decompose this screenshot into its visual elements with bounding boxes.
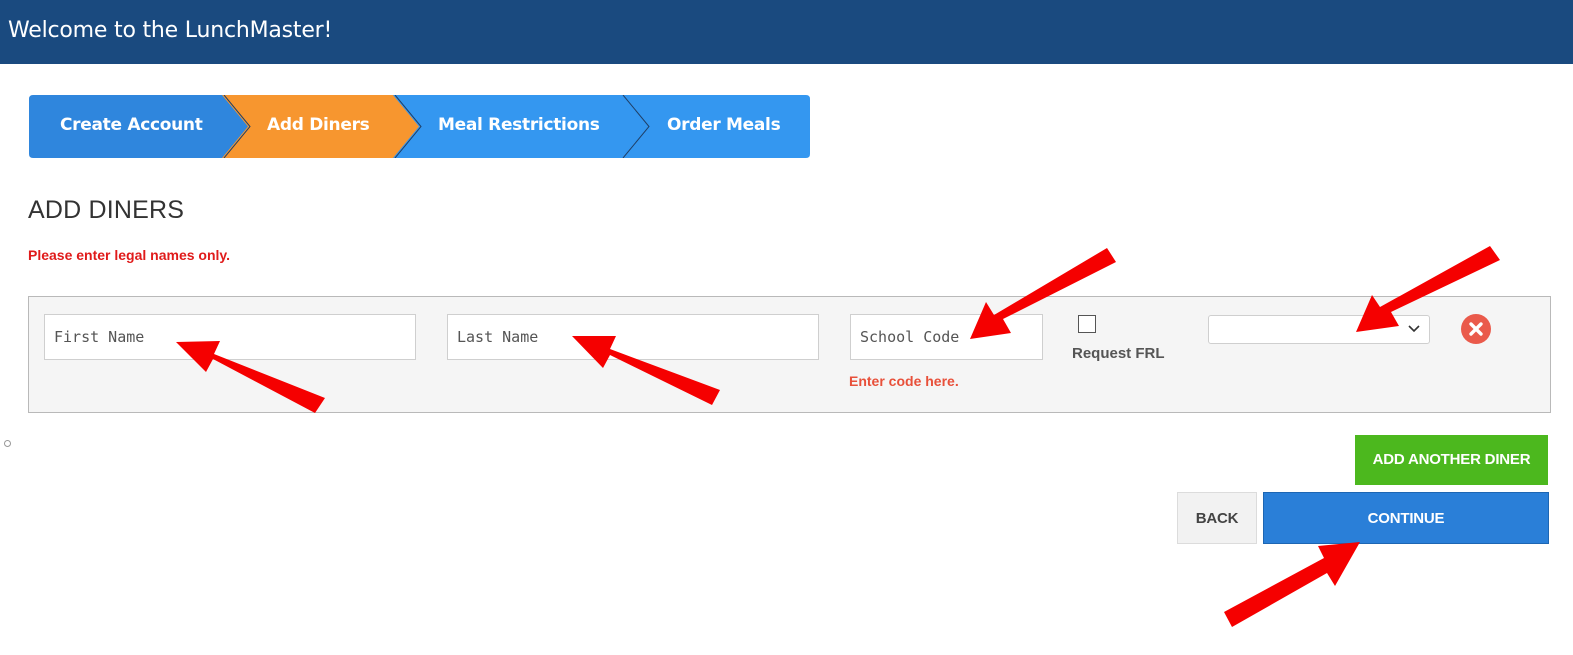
arrow-to-continue [1224,542,1360,627]
step-meal-restrictions[interactable]: Meal Restrictions [438,115,600,135]
add-another-diner-button[interactable]: ADD ANOTHER DINER [1355,435,1548,485]
request-frl-label: Request FRL [1072,345,1165,362]
close-circle-icon [1469,322,1483,336]
first-name-field[interactable] [44,314,416,360]
app-header: Welcome to the LunchMaster! [0,0,1573,64]
continue-button[interactable]: CONTINUE [1263,492,1549,544]
school-code-hint: Enter code here. [849,373,959,389]
step-order-meals[interactable]: Order Meals [667,115,781,135]
step-add-diners[interactable]: Add Diners [267,115,370,135]
back-button[interactable]: BACK [1177,492,1257,544]
remove-diner-button[interactable] [1461,314,1491,344]
page-title: ADD DINERS [28,196,185,224]
app-title: Welcome to the LunchMaster! [8,18,333,43]
progress-steps: Create Account Add Diners Meal Restricti… [29,95,810,158]
diner-select[interactable] [1208,315,1430,344]
radio-dot [4,440,11,447]
chevron-down-icon [1408,325,1420,333]
request-frl-checkbox[interactable] [1078,315,1096,333]
school-code-field[interactable] [850,314,1043,360]
step-create-account[interactable]: Create Account [60,115,203,135]
last-name-field[interactable] [447,314,819,360]
legal-names-notice: Please enter legal names only. [28,247,231,263]
